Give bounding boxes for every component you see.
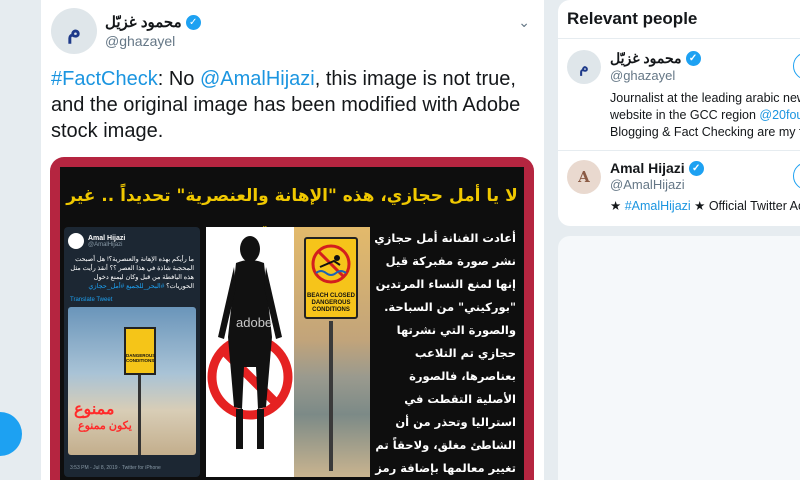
embedded-name: Amal Hijazi <box>88 234 126 242</box>
embedded-avatar <box>68 233 84 249</box>
burkini-prohibited-graphic: adobe <box>206 227 294 477</box>
swimmer-warning-icon <box>311 244 351 284</box>
author-handle[interactable]: @ghazayel <box>105 33 201 49</box>
embedded-tags: #البحر_للجميع #أمل_حجازي <box>88 283 165 290</box>
beach-sign: BEACH CLOSED DANGEROUS CONDITIONS <box>304 237 358 319</box>
person-bio-line3: Blogging & Fact Checking are my f <box>610 125 800 139</box>
person-bio-hashtag-link[interactable]: #AmalHijazi <box>625 199 691 213</box>
beach-sign-pole <box>329 321 333 471</box>
embedded-sign: DANGEROUS CONDITIONS <box>124 327 156 375</box>
tweet-text: #FactCheck: No @AmalHijazi, this image i… <box>51 66 536 144</box>
prohibited-sign-icon: adobe <box>207 236 293 449</box>
person-avatar[interactable]: م <box>567 50 601 84</box>
person-bio-line2-text: website in the GCC region <box>610 108 760 122</box>
verified-badge-icon: ✓ <box>688 160 704 176</box>
embedded-handle: @AmalHijazi <box>88 241 123 248</box>
embedded-tweet-header: Amal Hijazi @AmalHijazi <box>68 233 125 249</box>
person-ghazayel[interactable]: م محمود غزيّل ✓ @ghazayel Journalist at … <box>567 50 800 146</box>
embedded-footer: 3:53 PM - Jul 8, 2019 · Twitter for iPho… <box>70 465 161 471</box>
embedded-red-text-2: يكون ممنوع <box>78 420 132 432</box>
embedded-text: ما رأيكم بهذه الإهانة والعنصرية؟! هل أصب… <box>70 255 194 291</box>
compose-tweet-button[interactable] <box>0 412 22 456</box>
tweet-header: م محمود غزيّل ✓ @ghazayel <box>51 8 201 54</box>
page: م محمود غزيّل ✓ @ghazayel ⌄ #FactCheck: … <box>0 0 800 480</box>
embedded-names: Amal Hijazi @AmalHijazi <box>88 235 125 248</box>
person-bio-mention-link[interactable]: @20fou <box>759 108 800 122</box>
author-display-name[interactable]: محمود غزيّل <box>105 13 182 31</box>
tweet-media[interactable]: لا يا أمل حجازي، هذه "الإهانة والعنصرية"… <box>50 157 534 480</box>
relevant-people-card: Relevant people م محمود غزيّل ✓ @ghazaye… <box>558 0 800 226</box>
adobe-watermark: adobe <box>236 315 272 330</box>
right-sidebar: Relevant people م محمود غزيّل ✓ @ghazaye… <box>558 0 800 480</box>
person-bio-line1: Journalist at the leading arabic new <box>610 91 800 105</box>
embedded-translate: Translate Tweet <box>70 297 113 303</box>
relevant-people-title: Relevant people <box>567 9 698 28</box>
divider <box>558 150 800 151</box>
author-names: محمود غزيّل ✓ @ghazayel <box>105 13 201 49</box>
author-avatar-mark: م <box>67 18 81 44</box>
tweet-column: م محمود غزيّل ✓ @ghazayel ⌄ #FactCheck: … <box>40 0 545 480</box>
person-name[interactable]: Amal Hijazi <box>610 160 685 176</box>
person-avatar[interactable]: A <box>567 160 601 194</box>
author-name-row[interactable]: محمود غزيّل ✓ <box>105 13 201 31</box>
person-name[interactable]: محمود غزيّل <box>610 50 682 67</box>
person-bio: ★ #AmalHijazi ★ Official Twitter Ac <box>610 198 800 215</box>
person-name-row[interactable]: محمود غزيّل ✓ <box>610 50 701 67</box>
person-bio-prefix: ★ <box>610 199 625 213</box>
person-bio-suffix: ★ Official Twitter Ac <box>690 199 800 213</box>
person-name-row[interactable]: Amal Hijazi ✓ <box>610 160 704 176</box>
embedded-photo: DANGEROUS CONDITIONS ممنوع يكون ممنوع <box>68 307 196 455</box>
person-handle[interactable]: @ghazayel <box>610 68 701 83</box>
person-handle[interactable]: @AmalHijazi <box>610 177 704 192</box>
embedded-sign-pole <box>138 375 141 455</box>
media-banner-text: لا يا أمل حجازي، هذه "الإهانة والعنصرية"… <box>66 186 518 240</box>
person-avatar-mark: A <box>578 168 590 186</box>
verified-badge-icon: ✓ <box>185 14 201 30</box>
beach-sign-text: BEACH CLOSED DANGEROUS CONDITIONS <box>306 293 355 313</box>
person-avatar-mark: م <box>579 58 589 76</box>
tweet-text-part1: : No <box>157 68 200 90</box>
follow-button[interactable] <box>793 162 800 190</box>
embedded-tweet-screenshot: Amal Hijazi @AmalHijazi ما رأيكم بهذه ال… <box>64 227 200 477</box>
lower-sidebar-card <box>558 236 800 480</box>
beach-closed-photo: BEACH CLOSED DANGEROUS CONDITIONS <box>294 227 370 477</box>
hashtag-link[interactable]: #FactCheck <box>51 68 158 90</box>
person-bio: Journalist at the leading arabic new web… <box>610 90 800 141</box>
embedded-red-text-1: ممنوع <box>74 401 115 418</box>
person-names: Amal Hijazi ✓ @AmalHijazi <box>610 160 704 192</box>
chevron-down-icon[interactable]: ⌄ <box>518 14 530 31</box>
person-names: محمود غزيّل ✓ @ghazayel <box>610 50 701 83</box>
verified-badge-icon: ✓ <box>685 51 701 66</box>
mention-link[interactable]: @AmalHijazi <box>200 68 315 90</box>
author-avatar[interactable]: م <box>51 8 97 54</box>
person-bio-line2: website in the GCC region @20fou <box>610 107 800 124</box>
person-amal-hijazi[interactable]: A Amal Hijazi ✓ @AmalHijazi ★ #AmalHijaz… <box>567 160 800 216</box>
follow-button[interactable] <box>793 52 800 80</box>
media-image: لا يا أمل حجازي، هذه "الإهانة والعنصرية"… <box>60 167 524 480</box>
divider <box>558 38 800 39</box>
media-arabic-body: أعادت الفنانة أمل حجازي نشر صورة مفبركة … <box>374 231 516 475</box>
